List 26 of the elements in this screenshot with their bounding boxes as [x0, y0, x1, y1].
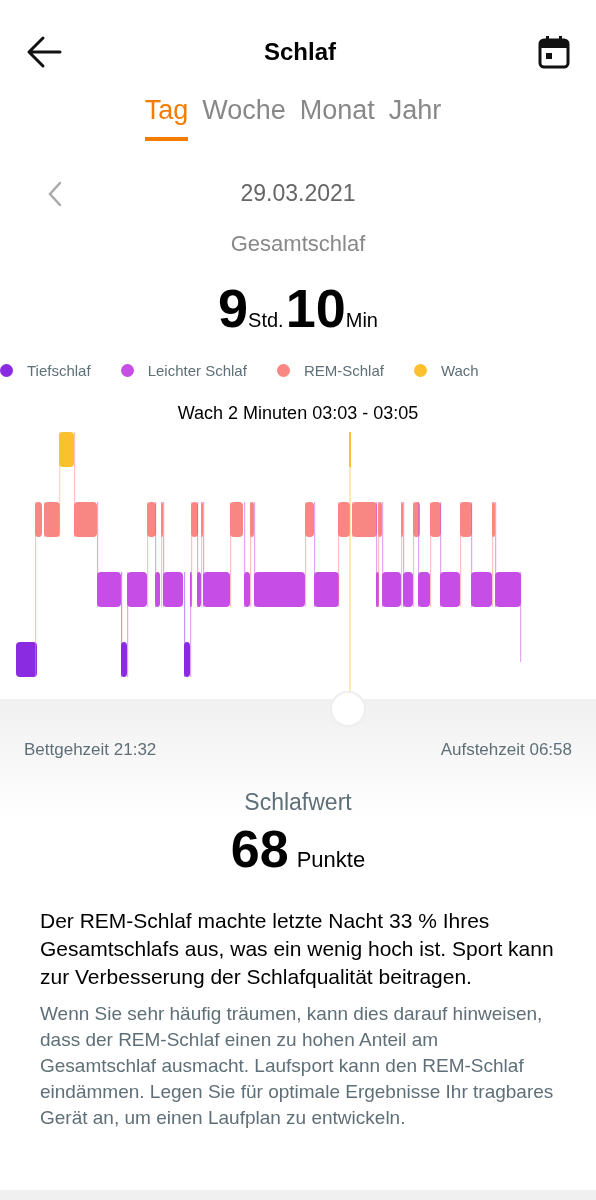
calendar-icon[interactable]: [538, 35, 570, 69]
period-tab[interactable]: Monat: [299, 90, 375, 141]
period-tab[interactable]: Woche: [202, 90, 286, 141]
score-value: 68: [230, 819, 289, 879]
summary-text: Der REM-Schlaf machte letzte Nacht 33 % Ihres Gesamtschlafs aus, was ein wenig hoch ist. Sport kann zur Verbesserung der Schlafqualität beitragen.: [40, 908, 555, 990]
hours-value: 9: [218, 276, 249, 340]
score-unit: Punkte: [296, 846, 366, 874]
slider-handle[interactable]: [330, 691, 366, 727]
minutes-value: 10: [285, 276, 346, 340]
total-sleep-label: Gesamtschlaf: [230, 229, 366, 258]
tooltip-text: Wach 2 Minuten 03:03 - 03:05: [177, 402, 419, 425]
legend-label: Wach: [440, 360, 479, 381]
period-tab[interactable]: Tag: [144, 90, 189, 141]
bedtime-label: Bettgehzeit 21:32: [24, 739, 157, 761]
legend-label: Tiefschlaf: [27, 360, 91, 381]
advice-text: Wenn Sie sehr häufig träumen, kann dies darauf hinweisen, dass der REM-Schlaf einen zu hohen Anteil am Gesamtschlaf ausmacht. Laufsport kann den REM-Schlaf eindämmen. Legen Sie für optimale Ergebnisse Ihr tragbares Gerät an, um einen Laufplan zu entwickeln.: [40, 1002, 555, 1130]
minutes-unit: Min: [345, 307, 378, 333]
hours-unit: Std.: [248, 307, 284, 333]
back-arrow-icon[interactable]: [26, 35, 62, 69]
period-tab[interactable]: Jahr: [388, 90, 442, 141]
legend-label: REM-Schlaf: [303, 360, 384, 381]
date-label: 29.03.2021: [240, 179, 356, 209]
legend-label: Leichter Schlaf: [147, 360, 247, 381]
page-title: Schlaf: [264, 37, 336, 67]
wakeup-label: Aufstehzeit 06:58: [440, 739, 572, 761]
score-label: Schlafwert: [244, 787, 352, 817]
